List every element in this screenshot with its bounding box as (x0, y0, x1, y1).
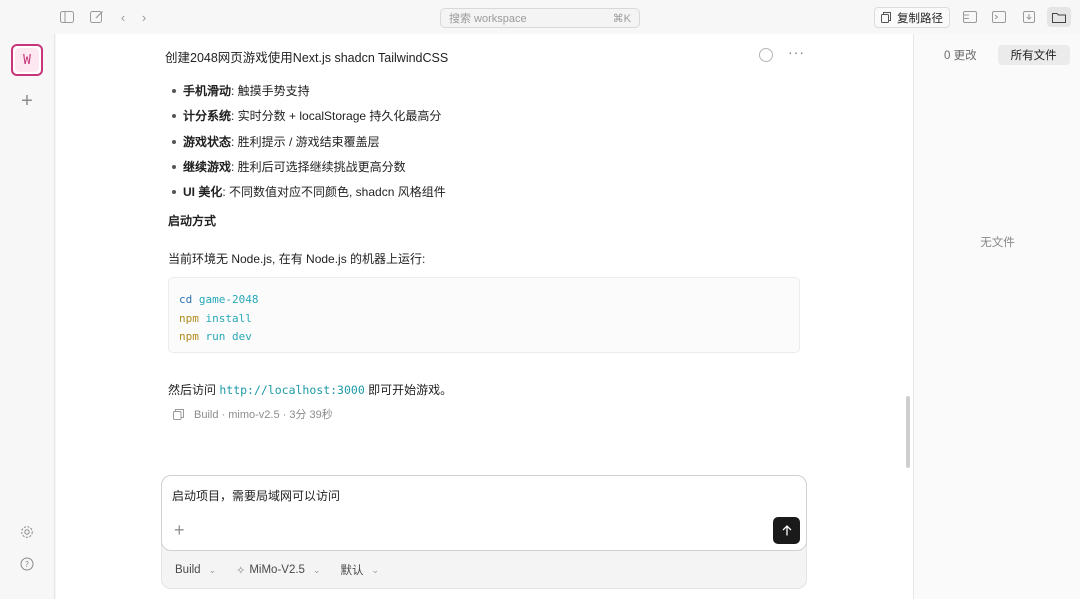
variant-label: 默认 (340, 565, 364, 577)
code-line: npm run dev (179, 328, 789, 347)
chevron-down-icon: ⌄ (312, 564, 321, 575)
empty-state: 无文件 (980, 237, 1015, 249)
message-meta: Build · mimo-v2.5 · 3分 39秒 (173, 406, 333, 422)
model-label: MiMo-V2.5 (249, 564, 305, 576)
feature-desc: : 胜利后可选择继续挑战更高分数 (231, 159, 406, 174)
message-meta-text: Build · mimo-v2.5 · 3分 39秒 (194, 409, 333, 421)
new-session-icon[interactable] (88, 8, 106, 26)
settings-icon[interactable] (17, 522, 37, 542)
prompt-text: 启动项目，需要局域网可以访问 (172, 489, 341, 503)
variant-picker[interactable]: 默认 ⌄ (341, 562, 380, 578)
copy-path-label: 复制路径 (897, 12, 943, 25)
tab-all-files[interactable]: 所有文件 (997, 45, 1070, 65)
copy-message-icon[interactable] (173, 408, 184, 420)
more-options-icon[interactable]: ··· (788, 44, 805, 60)
workspace-rail: W + ? (0, 34, 55, 599)
arrow-up-icon (782, 525, 791, 536)
send-button[interactable] (773, 517, 800, 544)
list-item: 手机滑动: 触摸手势支持 (168, 82, 446, 107)
forward-icon[interactable]: › (135, 8, 153, 26)
visit-instruction: 然后访问 http://localhost:3000 即可开始游戏。 (168, 381, 452, 398)
code-args: install (205, 311, 252, 325)
attach-icon[interactable]: + (174, 520, 185, 541)
composer: 启动项目，需要局域网可以访问 + Build ⌄ ✧ MiMo-V2.5 ⌄ 默… (161, 475, 807, 589)
localhost-link[interactable]: http://localhost:3000 (219, 383, 364, 397)
workspace-avatar[interactable]: W (11, 44, 43, 76)
top-bar: ‹ › 搜索 workspace ⌘K 复制路径 (0, 0, 1080, 34)
model-picker[interactable]: ✧ MiMo-V2.5 ⌄ (236, 562, 320, 578)
layout-icon[interactable] (961, 8, 979, 26)
back-icon[interactable]: ‹ (114, 8, 132, 26)
agent-picker[interactable]: Build ⌄ (175, 562, 216, 578)
chevron-down-icon: ⌄ (371, 564, 380, 575)
feature-desc: : 胜利提示 / 游戏结束覆盖层 (231, 134, 380, 149)
feature-list: 手机滑动: 触摸手势支持 计分系统: 实时分数 + localStorage 持… (168, 82, 446, 208)
sidebar-toggle-icon[interactable] (58, 8, 76, 26)
code-command: cd (179, 293, 193, 306)
help-icon[interactable]: ? (17, 554, 37, 574)
search-input[interactable]: 搜索 workspace ⌘K (440, 8, 640, 28)
folder-icon[interactable] (1047, 7, 1071, 27)
feature-name: UI 美化 (183, 185, 223, 200)
feature-desc: : 实时分数 + localStorage 持久化最高分 (231, 109, 442, 124)
visit-suffix: 即可开始游戏。 (364, 383, 453, 397)
sparkle-icon: ✧ (236, 564, 246, 577)
feature-name: 手机滑动 (183, 84, 232, 98)
feature-name: 游戏状态 (183, 134, 232, 149)
add-workspace-icon[interactable]: + (17, 90, 37, 112)
list-item: 计分系统: 实时分数 + localStorage 持久化最高分 (168, 107, 446, 132)
list-item: UI 美化: 不同数值对应不同颜色, shadcn 风格组件 (168, 183, 446, 208)
conversation-panel: 创建2048网页游戏使用Next.js shadcn TailwindCSS ·… (56, 34, 913, 599)
terminal-icon[interactable] (990, 8, 1008, 26)
prompt-input[interactable]: 启动项目，需要局域网可以访问 + (161, 475, 807, 551)
list-item: 游戏状态: 胜利提示 / 游戏结束覆盖层 (168, 133, 446, 158)
feature-desc: : 触摸手势支持 (231, 84, 310, 98)
search-shortcut: ⌘K (612, 12, 631, 25)
code-block[interactable]: cd game-2048 npm install npm run dev (168, 277, 800, 353)
section-heading: 启动方式 (168, 214, 217, 228)
files-tabs: 0 更改 所有文件 (931, 45, 1070, 65)
conversation-title: 创建2048网页游戏使用Next.js shadcn TailwindCSS (165, 51, 449, 65)
files-panel: 0 更改 所有文件 无文件 (913, 34, 1080, 599)
feature-name: 继续游戏 (183, 159, 232, 174)
run-instruction: 当前环境无 Node.js, 在有 Node.js 的机器上运行: (168, 252, 426, 266)
workspace-avatar-letter: W (15, 48, 39, 72)
tab-changes[interactable]: 0 更改 (931, 45, 990, 65)
download-icon[interactable] (1020, 8, 1038, 26)
session-status-icon[interactable] (759, 48, 773, 62)
code-args: run dev (205, 330, 252, 343)
feature-desc: : 不同数值对应不同颜色, shadcn 风格组件 (222, 185, 446, 200)
scrollbar[interactable] (906, 396, 910, 468)
copy-path-button[interactable]: 复制路径 (874, 7, 950, 28)
code-command: npm (179, 311, 199, 325)
search-placeholder: 搜索 workspace (449, 13, 527, 25)
code-args: game-2048 (198, 293, 259, 306)
agent-label: Build (175, 564, 201, 576)
chevron-down-icon: ⌄ (208, 564, 217, 575)
svg-text:?: ? (25, 560, 29, 569)
copy-icon (881, 12, 891, 23)
visit-prefix: 然后访问 (168, 383, 220, 397)
code-command: npm (179, 330, 199, 343)
composer-toolbar: Build ⌄ ✧ MiMo-V2.5 ⌄ 默认 ⌄ (175, 562, 399, 578)
code-line: cd game-2048 (179, 291, 789, 310)
feature-name: 计分系统 (183, 109, 232, 124)
code-line: npm install (179, 310, 789, 329)
list-item: 继续游戏: 胜利后可选择继续挑战更高分数 (168, 158, 446, 183)
